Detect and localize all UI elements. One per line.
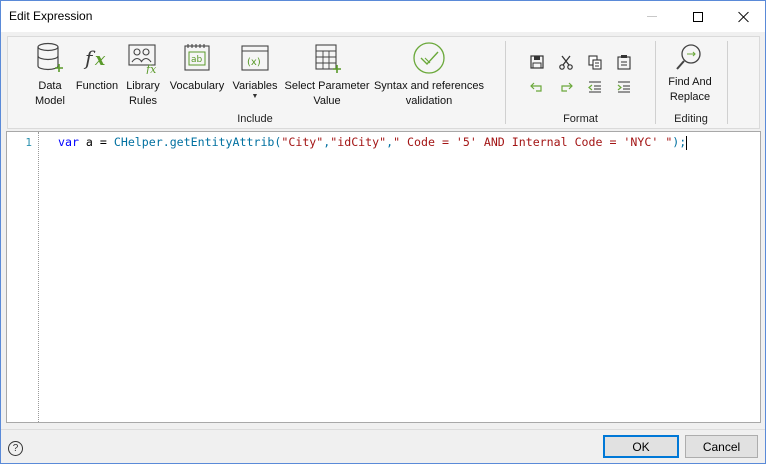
outdent-icon xyxy=(588,81,601,93)
string-token: " Code = '5' AND Internal Code = 'NYC' " xyxy=(393,135,673,149)
maximize-icon xyxy=(693,11,703,22)
redo-button[interactable] xyxy=(555,76,577,98)
save-icon xyxy=(530,55,544,69)
svg-text:(x): (x) xyxy=(247,57,261,68)
select-parameter-value-button[interactable]: Select Parameter Value xyxy=(283,41,371,109)
function-label: Function xyxy=(75,80,119,92)
find-replace-icon xyxy=(673,41,707,75)
closing-token: ); xyxy=(672,135,687,149)
undo-button[interactable] xyxy=(526,76,548,98)
close-icon xyxy=(738,11,750,23)
variables-icon: (x) xyxy=(238,41,272,75)
maximize-button[interactable] xyxy=(675,1,721,32)
indent-icon xyxy=(617,81,630,93)
variables-button[interactable]: (x) Variables ▼ xyxy=(231,41,279,100)
cancel-button[interactable]: Cancel xyxy=(685,435,758,458)
ribbon-toolbar: Data Model f x Function fx Library Rules… xyxy=(7,36,760,129)
identifier-token: a = xyxy=(78,135,114,149)
paste-icon xyxy=(617,55,631,70)
copy-icon xyxy=(588,55,602,70)
code-line[interactable]: var a = CHelper.getEntityAttrib("City","… xyxy=(58,135,688,150)
string-token: "City" xyxy=(281,135,324,149)
edit-expression-dialog: Edit Expression Data Model f x Function … xyxy=(0,0,766,464)
help-icon[interactable]: ? xyxy=(8,441,23,456)
save-button[interactable] xyxy=(526,51,548,73)
format-group-label: Format xyxy=(563,113,598,125)
ribbon-separator xyxy=(655,41,656,124)
cut-icon xyxy=(559,55,573,70)
data-model-label: Data Model xyxy=(35,80,65,107)
editing-group: Find And Replace Editing xyxy=(657,37,725,128)
footer-divider xyxy=(1,429,765,430)
select-parameter-value-label: Select Parameter Value xyxy=(284,80,370,107)
variables-label: Variables xyxy=(232,80,278,92)
cut-button[interactable] xyxy=(555,51,577,73)
line-number: 1 xyxy=(25,136,32,149)
ribbon-separator xyxy=(505,41,506,124)
expression-code-editor[interactable]: 1 var a = CHelper.getEntityAttrib("City"… xyxy=(6,131,761,423)
syntax-validation-label: Syntax and references validation xyxy=(373,80,485,107)
redo-icon xyxy=(561,82,573,92)
find-replace-label: Find And Replace xyxy=(668,76,712,103)
vocabulary-button[interactable]: ab Vocabulary xyxy=(168,41,226,94)
window-title: Edit Expression xyxy=(9,9,93,23)
close-button[interactable] xyxy=(721,1,766,32)
line-number-gutter: 1 xyxy=(7,132,39,422)
ok-button[interactable]: OK xyxy=(603,435,679,458)
minimize-button[interactable] xyxy=(629,1,675,32)
include-group-label: Include xyxy=(237,113,273,125)
format-group: Format xyxy=(508,37,653,128)
ribbon-separator xyxy=(727,41,728,124)
title-bar: Edit Expression xyxy=(1,1,765,32)
string-token: "idCity" xyxy=(330,135,387,149)
syntax-validation-button[interactable]: Syntax and references validation xyxy=(373,41,485,109)
database-add-icon xyxy=(33,41,67,75)
svg-text:x: x xyxy=(94,50,106,70)
svg-text:ab: ab xyxy=(191,55,203,65)
library-rules-icon: fx xyxy=(126,41,160,75)
function-button[interactable]: f x Function xyxy=(74,41,120,94)
table-add-icon xyxy=(310,41,344,75)
library-rules-label: Library Rules xyxy=(126,80,160,107)
undo-icon xyxy=(530,82,542,92)
chevron-down-icon: ▼ xyxy=(251,93,259,100)
outdent-button[interactable] xyxy=(584,76,606,98)
function-call-token: CHelper.getEntityAttrib( xyxy=(113,135,282,149)
svg-text:fx: fx xyxy=(145,63,157,74)
data-model-button[interactable]: Data Model xyxy=(30,41,70,109)
paste-button[interactable] xyxy=(613,51,635,73)
function-fx-icon: f x xyxy=(80,41,114,75)
include-group: Data Model f x Function fx Library Rules… xyxy=(8,37,502,128)
find-replace-button[interactable]: Find And Replace xyxy=(659,41,721,105)
keyword-token: var xyxy=(58,135,79,149)
copy-button[interactable] xyxy=(584,51,606,73)
minimize-icon xyxy=(647,16,657,17)
vocabulary-icon: ab xyxy=(180,41,214,75)
vocabulary-label: Vocabulary xyxy=(169,80,225,92)
indent-button[interactable] xyxy=(613,76,635,98)
library-rules-button[interactable]: fx Library Rules xyxy=(123,41,163,109)
validation-check-icon xyxy=(412,41,446,75)
editing-group-label: Editing xyxy=(674,113,708,125)
text-caret xyxy=(686,135,688,150)
